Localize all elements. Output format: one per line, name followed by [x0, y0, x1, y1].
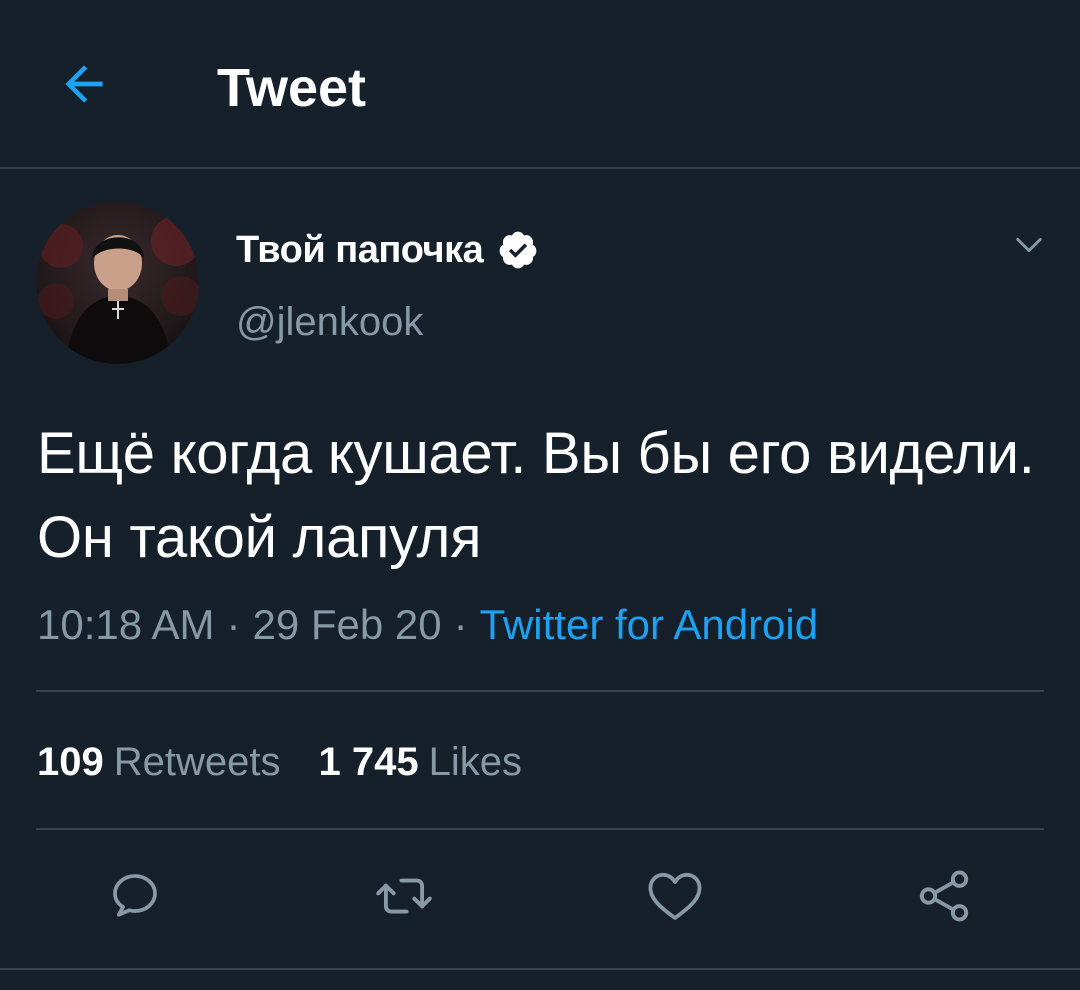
retweets-stat[interactable]: 109 Retweets: [37, 740, 281, 784]
user-handle[interactable]: @jlenkook: [236, 296, 423, 348]
likes-stat[interactable]: 1 745 Likes: [319, 740, 523, 784]
more-options-button[interactable]: [1006, 224, 1052, 270]
likes-count: 1 745: [318, 740, 419, 784]
retweets-count: 109: [37, 740, 104, 784]
engagement-stats: 109 Retweets 1 745 Likes: [37, 736, 522, 788]
meta-separator: ·: [226, 601, 241, 648]
top-bar: Tweet: [0, 0, 1080, 169]
author-name-row[interactable]: Твой папочка: [236, 224, 539, 276]
verified-badge-icon: [497, 229, 539, 271]
retweet-button[interactable]: [372, 866, 436, 930]
bottom-divider: [0, 968, 1080, 970]
tweet-detail-screen: Tweet Твой папочка @jlenkook Ещё когда к…: [0, 0, 1080, 990]
chevron-down-icon: [1012, 228, 1046, 267]
divider: [36, 828, 1044, 830]
reply-icon: [105, 866, 165, 931]
tweet-source-link[interactable]: Twitter for Android: [480, 601, 818, 648]
share-icon: [913, 865, 975, 932]
tweet-date: 29 Feb 20: [252, 601, 442, 648]
likes-label: Likes: [428, 740, 522, 784]
tweet-time: 10:18 AM: [37, 601, 215, 648]
heart-icon: [644, 865, 706, 932]
like-button[interactable]: [643, 866, 707, 930]
page-title: Tweet: [217, 58, 367, 118]
retweet-icon: [373, 865, 435, 932]
meta-separator: ·: [453, 601, 468, 648]
tweet-meta: 10:18 AM · 29 Feb 20 · Twitter for Android: [37, 598, 818, 652]
back-button[interactable]: [52, 54, 116, 118]
avatar[interactable]: [36, 201, 199, 364]
share-button[interactable]: [912, 866, 976, 930]
tweet-text: Ещё когда кушает. Вы бы его видели. Он т…: [37, 421, 1035, 570]
retweets-label: Retweets: [113, 740, 281, 784]
arrow-left-icon: [56, 56, 112, 117]
display-name: Твой папочка: [236, 228, 484, 271]
reply-button[interactable]: [103, 866, 167, 930]
divider: [36, 690, 1044, 692]
